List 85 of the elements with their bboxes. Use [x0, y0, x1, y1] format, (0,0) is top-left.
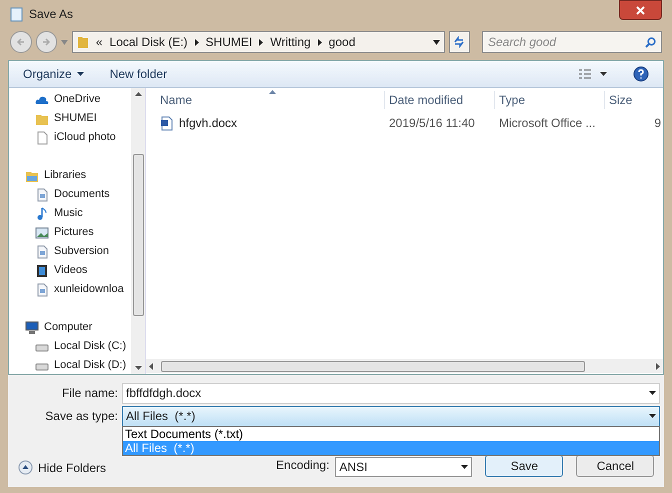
- type-cell-text: Microsoft Office ...: [498, 115, 596, 132]
- picture-icon: [35, 226, 49, 240]
- sidebar-item[interactable]: Music: [54, 205, 83, 222]
- chevron-icon: [259, 38, 264, 46]
- size-cell-text: 9: [653, 115, 662, 132]
- notepad-icon: [10, 6, 23, 22]
- forward-button[interactable]: [36, 31, 57, 53]
- window-title: Save As: [29, 6, 74, 23]
- refresh-button[interactable]: [448, 31, 470, 53]
- caret-icon: [61, 40, 68, 44]
- sidebar-item[interactable]: SHUMEI: [54, 110, 97, 127]
- scroll-right-icon: [656, 362, 660, 370]
- sidebar-item[interactable]: Subversion: [54, 243, 110, 260]
- view-options-button[interactable]: [578, 68, 607, 80]
- breadcrumb[interactable]: «: [96, 33, 103, 51]
- sidebar-item[interactable]: Documents: [54, 186, 110, 203]
- search-field[interactable]: Search good: [482, 31, 662, 53]
- caret-icon: [76, 72, 84, 76]
- horizontal-scrollbar[interactable]: [146, 359, 663, 373]
- encoding-dropdown[interactable]: ANSI: [335, 457, 472, 477]
- scroll-left-icon: [149, 362, 153, 370]
- address-bar[interactable]: « Local Disk (E:) SHUMEI Writting good: [72, 31, 445, 53]
- back-arrow-icon: [16, 37, 26, 47]
- word-document-icon: [160, 116, 174, 130]
- close-icon: [636, 6, 645, 14]
- dropdown-option[interactable]: Text Documents (*.txt): [123, 427, 659, 441]
- sidebar-item[interactable]: Libraries: [44, 167, 86, 184]
- sidebar-item[interactable]: Local Disk (D:): [54, 357, 126, 374]
- caret-icon: [600, 72, 607, 76]
- document-icon: [35, 282, 49, 296]
- file-name-field[interactable]: fbffdfdgh.docx: [122, 382, 660, 404]
- computer-icon: [25, 320, 39, 334]
- date-cell-text: 2019/5/16 11:40: [388, 115, 476, 132]
- sidebar-item[interactable]: Computer: [44, 319, 92, 336]
- folder-icon: [76, 35, 89, 49]
- music-note-icon: [35, 206, 49, 220]
- file-name-cell[interactable]: hfgvh.docx: [179, 114, 238, 132]
- sidebar-item[interactable]: xunleidownloa: [54, 281, 124, 298]
- field-label: File name:: [60, 385, 119, 402]
- chevron-icon: [194, 38, 199, 46]
- caret-icon: [461, 465, 468, 469]
- hide-folders-button[interactable]: Hide Folders: [18, 459, 106, 477]
- scroll-down-icon: [134, 366, 142, 370]
- caret-icon: [432, 40, 440, 44]
- column-header[interactable]: Date modified: [384, 91, 494, 109]
- organize-menu-button[interactable]: Organize: [23, 65, 84, 83]
- vertical-scrollbar[interactable]: [131, 88, 145, 374]
- close-button[interactable]: [619, 0, 662, 20]
- refresh-icon: [453, 36, 466, 48]
- scroll-thumb[interactable]: [132, 154, 144, 316]
- sidebar-item[interactable]: Pictures: [54, 224, 94, 241]
- search-input[interactable]: Search good: [488, 33, 645, 51]
- encoding-label: Encoding:: [276, 457, 330, 474]
- forward-arrow-icon: [41, 37, 52, 47]
- cancel-button[interactable]: Cancel: [576, 455, 654, 477]
- chevron-icon: [318, 38, 322, 46]
- caret-icon: [649, 414, 656, 418]
- column-header[interactable]: Size: [604, 91, 663, 109]
- breadcrumb[interactable]: Writting: [270, 33, 311, 51]
- collapse-icon: [18, 460, 33, 474]
- search-icon: [645, 36, 656, 48]
- document-icon: [35, 188, 49, 202]
- file-type-dropdown[interactable]: All Files (*.*): [122, 406, 660, 426]
- scroll-thumb[interactable]: [161, 360, 585, 372]
- sidebar-item[interactable]: Local Disk (C:): [54, 338, 126, 355]
- scroll-up-icon: [134, 92, 142, 96]
- new-folder-button[interactable]: New folder: [110, 65, 168, 83]
- column-header[interactable]: Name: [146, 91, 384, 109]
- help-icon[interactable]: [633, 66, 649, 82]
- caret-icon: [649, 391, 656, 395]
- document-icon: [35, 244, 49, 258]
- sort-arrow-icon: [269, 90, 276, 94]
- film-icon: [35, 264, 49, 278]
- list-view-icon: [578, 68, 592, 80]
- back-button[interactable]: [10, 31, 32, 53]
- field-label: Save as type:: [44, 408, 119, 425]
- save-button[interactable]: Save: [485, 455, 564, 477]
- sidebar-item[interactable]: Videos: [54, 262, 88, 279]
- column-header[interactable]: Type: [494, 91, 604, 109]
- sidebar-item[interactable]: OneDrive: [54, 91, 100, 108]
- breadcrumb[interactable]: good: [328, 33, 356, 51]
- breadcrumb[interactable]: SHUMEI: [206, 33, 252, 51]
- sidebar-item[interactable]: iCloud photo: [54, 129, 116, 146]
- file-icon: [35, 130, 49, 144]
- breadcrumb[interactable]: Local Disk (E:): [110, 33, 188, 51]
